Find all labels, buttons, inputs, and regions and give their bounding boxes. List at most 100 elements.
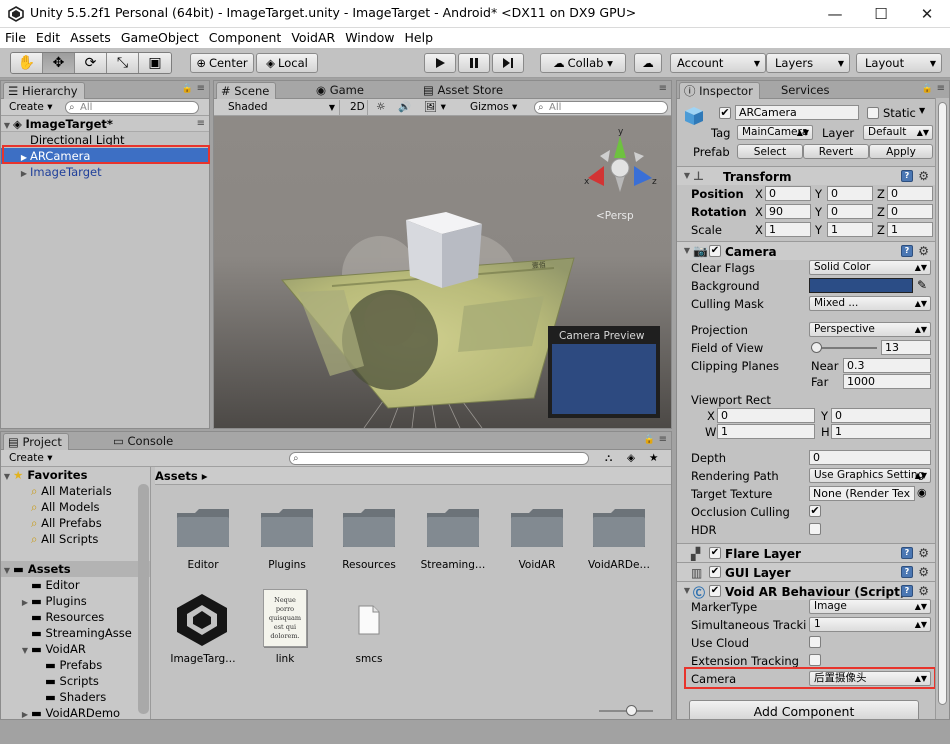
- help-icon[interactable]: ?: [901, 585, 913, 597]
- tree-prefabs[interactable]: ▬ Prefabs: [1, 657, 150, 673]
- breadcrumb-assets[interactable]: Assets ▸: [155, 469, 208, 483]
- position-x-input[interactable]: 0: [765, 186, 811, 201]
- object-picker-icon[interactable]: ◉: [917, 486, 927, 499]
- move-tool-icon[interactable]: ✥: [43, 53, 75, 73]
- camera-enabled-checkbox[interactable]: ✔: [709, 245, 721, 257]
- rotate-tool-icon[interactable]: ⟳: [75, 53, 107, 73]
- layers-dropdown[interactable]: Layers ▼: [766, 53, 850, 73]
- collapsed-triangle-icon[interactable]: ▶: [19, 707, 31, 719]
- assets-root[interactable]: ▼ ▬ Assets: [1, 561, 150, 577]
- hierarchy-scene-row[interactable]: ▼ ◈ ImageTarget* ≡: [1, 116, 209, 132]
- icon-size-slider-thumb[interactable]: [626, 705, 637, 716]
- viewport-w-input[interactable]: 1: [717, 424, 815, 439]
- tab-inspector[interactable]: ⓘ Inspector: [679, 82, 760, 99]
- filter-type-icon[interactable]: ⛬: [601, 451, 616, 466]
- favorite-all-prefabs[interactable]: ⌕ All Prefabs: [1, 515, 150, 531]
- gear-icon[interactable]: ⚙: [918, 565, 929, 579]
- favorites-header[interactable]: ▼ ★ Favorites: [1, 467, 150, 483]
- scene-viewport[interactable]: 壹佰 x y z <Persp Camera Preview: [214, 116, 671, 428]
- fov-input[interactable]: 13: [881, 340, 931, 355]
- scale-x-input[interactable]: 1: [765, 222, 811, 237]
- active-checkbox[interactable]: ✔: [719, 107, 731, 119]
- collapsed-triangle-icon[interactable]: ▶: [18, 166, 30, 182]
- tab-console[interactable]: ▭ Console: [109, 433, 179, 450]
- gear-icon[interactable]: ⚙: [918, 169, 929, 183]
- simultaneous-tracking-dropdown[interactable]: 1 ▲▼: [809, 617, 931, 632]
- camera-select-dropdown[interactable]: 后置摄像头 ▲▼: [809, 671, 931, 686]
- menu-assets[interactable]: Assets: [65, 28, 116, 48]
- favorite-star-icon[interactable]: ★: [645, 451, 662, 466]
- minimize-button[interactable]: —: [812, 0, 858, 28]
- hierarchy-item-imagetarget[interactable]: ▶ ImageTarget: [1, 164, 209, 180]
- maximize-button[interactable]: ☐: [858, 0, 904, 28]
- hierarchy-create-dropdown[interactable]: Create ▾: [5, 100, 57, 115]
- position-z-input[interactable]: 0: [887, 186, 933, 201]
- help-icon[interactable]: ?: [901, 566, 913, 578]
- viewport-h-input[interactable]: 1: [831, 424, 931, 439]
- menu-file[interactable]: File: [0, 28, 31, 48]
- panel-menu-icon[interactable]: ≡: [937, 83, 945, 94]
- target-texture-field[interactable]: None (Render Tex: [809, 486, 915, 501]
- rotation-z-input[interactable]: 0: [887, 204, 933, 219]
- effects-dropdown-icon[interactable]: 🖼 ▾: [420, 100, 458, 115]
- scene-menu-icon[interactable]: ≡: [197, 116, 205, 132]
- tab-game[interactable]: ◉ Game: [312, 82, 370, 99]
- tag-dropdown[interactable]: MainCamera ▲▼: [737, 125, 813, 140]
- rotation-y-input[interactable]: 0: [827, 204, 873, 219]
- project-search-input[interactable]: ⌕: [289, 452, 589, 465]
- tree-scripts[interactable]: ▬ Scripts: [1, 673, 150, 689]
- expand-triangle-icon[interactable]: ▼: [681, 246, 693, 255]
- depth-input[interactable]: 0: [809, 450, 931, 465]
- panel-menu-icon[interactable]: ≡: [197, 83, 205, 94]
- tree-editor[interactable]: ▬ Editor: [1, 577, 150, 593]
- viewport-y-input[interactable]: 0: [831, 408, 931, 423]
- eyedropper-icon[interactable]: ✎: [917, 278, 927, 292]
- tree-plugins[interactable]: ▶ ▬ Plugins: [1, 593, 150, 609]
- play-button[interactable]: [424, 53, 456, 73]
- marker-type-dropdown[interactable]: Image ▲▼: [809, 599, 931, 614]
- tree-voidardemo[interactable]: ▶ ▬ VoidARDemo: [1, 705, 150, 719]
- rotation-x-input[interactable]: 90: [765, 204, 811, 219]
- prefab-revert-button[interactable]: Revert: [803, 144, 869, 159]
- lock-icon[interactable]: 🔒: [922, 84, 933, 94]
- layout-dropdown[interactable]: Layout ▼: [856, 53, 942, 73]
- shading-mode-dropdown[interactable]: Shaded ▼: [224, 100, 340, 115]
- hand-tool-icon[interactable]: ✋: [11, 53, 43, 73]
- background-color-swatch[interactable]: [809, 278, 913, 293]
- flare-layer-checkbox[interactable]: ✔: [709, 547, 721, 559]
- layer-dropdown[interactable]: Default ▲▼: [863, 125, 933, 140]
- culling-mask-dropdown[interactable]: Mixed ... ▲▼: [809, 296, 931, 311]
- gui-layer-checkbox[interactable]: ✔: [709, 566, 721, 578]
- scale-y-input[interactable]: 1: [827, 222, 873, 237]
- tree-streaming-assets[interactable]: ▬ StreamingAsse: [1, 625, 150, 641]
- viewport-x-input[interactable]: 0: [717, 408, 815, 423]
- prefab-select-button[interactable]: Select: [737, 144, 803, 159]
- tab-asset-store[interactable]: ▤ Asset Store: [419, 82, 509, 99]
- rendering-path-dropdown[interactable]: Use Graphics Setting ▲▼: [809, 468, 931, 483]
- menu-component[interactable]: Component: [204, 28, 287, 48]
- position-y-input[interactable]: 0: [827, 186, 873, 201]
- far-clip-input[interactable]: 1000: [843, 374, 931, 389]
- object-name-input[interactable]: ARCamera: [735, 105, 859, 120]
- hdr-checkbox[interactable]: [809, 523, 821, 535]
- tab-scene[interactable]: # Scene: [216, 82, 277, 99]
- pause-button[interactable]: [458, 53, 490, 73]
- occlusion-culling-checkbox[interactable]: ✔: [809, 505, 821, 517]
- voidar-enabled-checkbox[interactable]: ✔: [709, 585, 721, 597]
- tree-resources[interactable]: ▬ Resources: [1, 609, 150, 625]
- gear-icon[interactable]: ⚙: [918, 584, 929, 598]
- transform-header[interactable]: ▼ ⊥ Transform ? ⚙: [677, 166, 935, 185]
- tab-services[interactable]: Services: [777, 82, 836, 99]
- projection-dropdown[interactable]: Perspective ▲▼: [809, 322, 931, 337]
- extension-tracking-checkbox[interactable]: [809, 654, 821, 666]
- step-button[interactable]: [492, 53, 524, 73]
- scale-z-input[interactable]: 1: [887, 222, 933, 237]
- help-icon[interactable]: ?: [901, 547, 913, 559]
- help-icon[interactable]: ?: [901, 245, 913, 257]
- menu-voidar[interactable]: VoidAR: [286, 28, 340, 48]
- hierarchy-item-arcamera[interactable]: ▶ ARCamera: [1, 148, 209, 164]
- favorite-all-scripts[interactable]: ⌕ All Scripts: [1, 531, 150, 547]
- expand-triangle-icon[interactable]: ▼: [681, 171, 693, 180]
- hierarchy-search-input[interactable]: ⌕ All: [65, 101, 199, 114]
- perspective-label[interactable]: <Persp: [596, 210, 634, 222]
